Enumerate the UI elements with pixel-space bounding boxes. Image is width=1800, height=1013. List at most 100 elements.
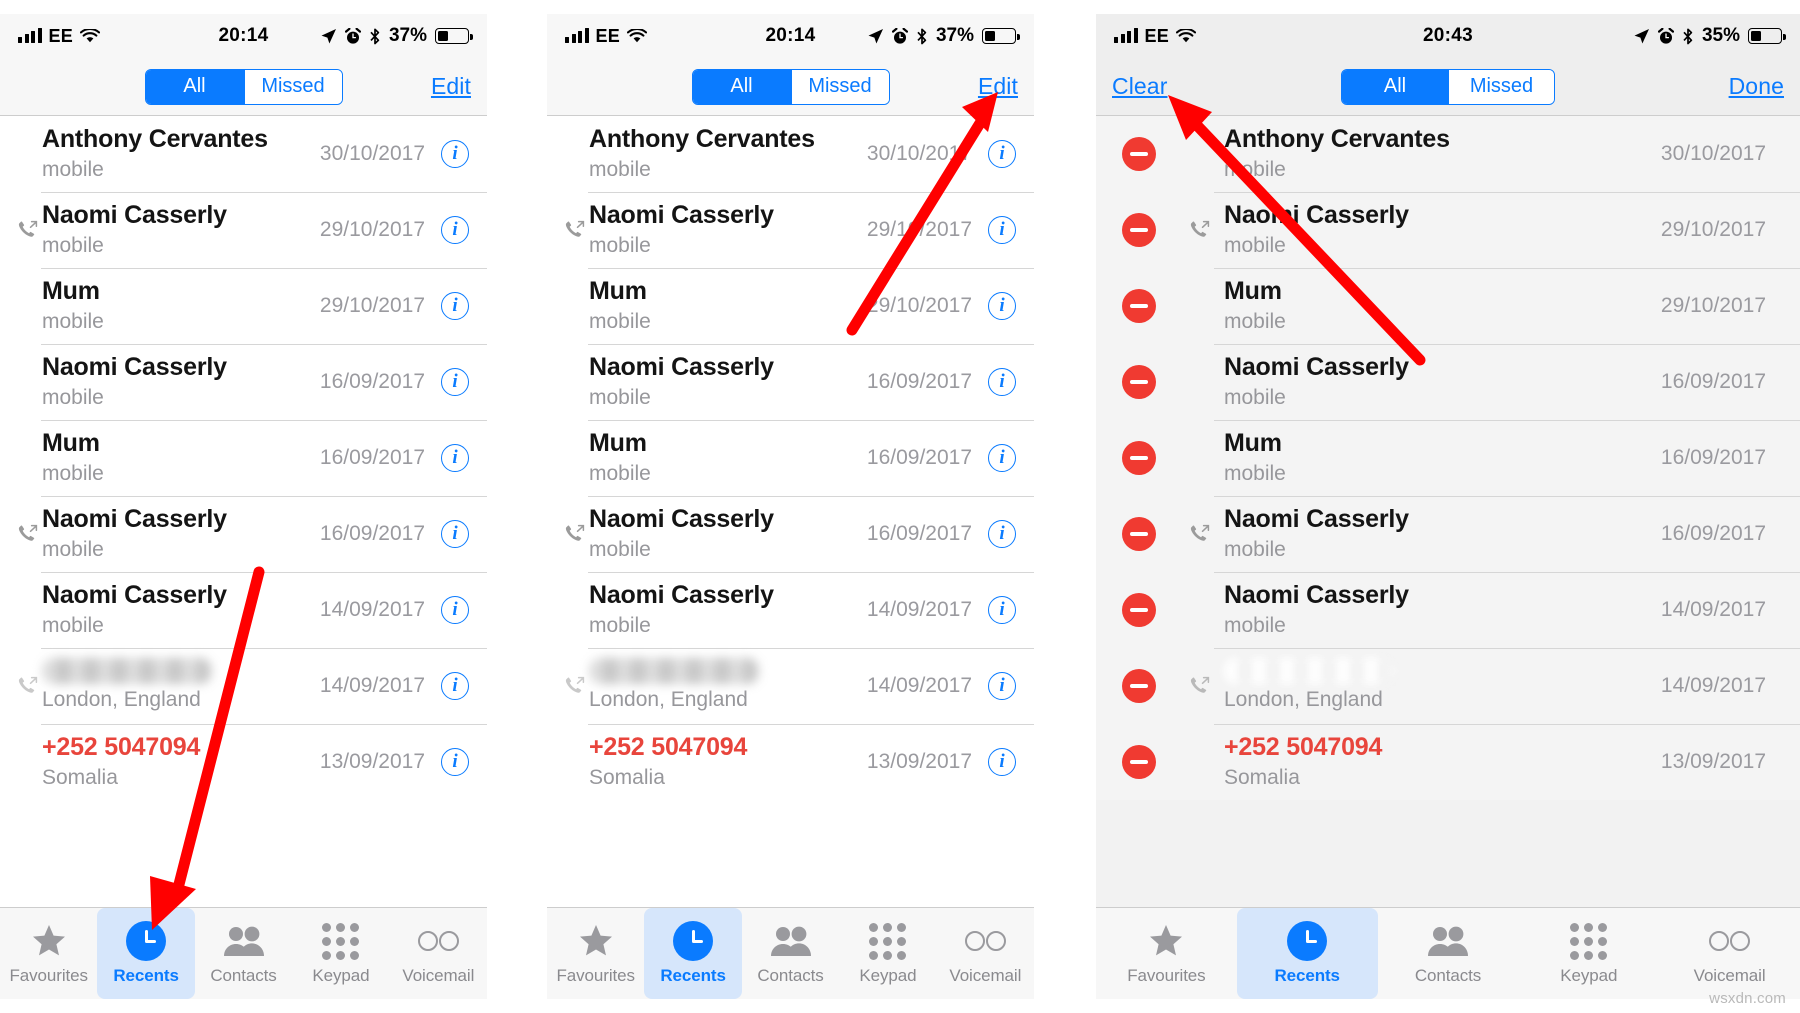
table-row[interactable]: Anthony Cervantes mobile 30/10/2017 i (547, 116, 1034, 192)
tab-favourites[interactable]: Favourites (0, 908, 97, 999)
table-row[interactable]: Naomi Casserly mobile 29/10/2017 i (547, 192, 1034, 268)
delete-row-button[interactable] (1122, 289, 1156, 323)
info-icon[interactable]: i (988, 292, 1016, 320)
info-icon[interactable]: i (988, 672, 1016, 700)
tab-voicemail[interactable]: Voicemail (937, 908, 1034, 999)
table-row[interactable]: Naomi Casserly mobile 16/09/2017 (1096, 496, 1800, 572)
info-icon[interactable]: i (441, 596, 469, 624)
edit-button[interactable]: Edit (431, 73, 471, 100)
phone-panel-1: EE 20:14 37% All Missed Edit Anthony Cer… (0, 14, 487, 999)
info-icon[interactable]: i (988, 520, 1016, 548)
tab-contacts[interactable]: Contacts (195, 908, 292, 999)
table-row[interactable]: Naomi Casserly mobile 16/09/2017 i (547, 344, 1034, 420)
delete-row-button[interactable] (1122, 137, 1156, 171)
phone-screen-1: EE 20:14 37% All Missed Edit Anthony Cer… (0, 14, 487, 999)
table-row[interactable]: Naomi Casserly mobile 16/09/2017 i (547, 496, 1034, 572)
tab-label: Voicemail (402, 966, 475, 985)
row-text: London, England (589, 658, 867, 713)
caller-subtitle: mobile (1224, 157, 1286, 181)
info-icon[interactable]: i (441, 444, 469, 472)
calls-filter-segmented-control[interactable]: All Missed (144, 68, 343, 105)
tab-voicemail[interactable]: Voicemail (1659, 908, 1800, 999)
tab-keypad[interactable]: Keypad (1518, 908, 1659, 999)
clear-button[interactable]: Clear (1112, 73, 1167, 100)
info-icon[interactable]: i (441, 292, 469, 320)
edit-button[interactable]: Edit (978, 73, 1018, 100)
info-icon[interactable]: i (988, 216, 1016, 244)
row-text: London, England (42, 658, 320, 713)
table-row[interactable]: Naomi Casserly mobile 16/09/2017 (1096, 344, 1800, 420)
tab-contacts[interactable]: Contacts (742, 908, 839, 999)
table-row[interactable]: Naomi Casserly mobile 29/10/2017 (1096, 192, 1800, 268)
info-icon[interactable]: i (988, 596, 1016, 624)
tab-favourites[interactable]: Favourites (1096, 908, 1237, 999)
table-row[interactable]: Mum mobile 16/09/2017 i (547, 420, 1034, 496)
caller-subtitle: mobile (1224, 537, 1286, 561)
delete-row-button[interactable] (1122, 517, 1156, 551)
table-row[interactable]: +252 5047094 Somalia 13/09/2017 i (0, 724, 487, 800)
segment-missed[interactable]: Missed (243, 69, 342, 104)
info-icon[interactable]: i (441, 140, 469, 168)
tab-favourites[interactable]: Favourites (547, 908, 644, 999)
delete-row-button[interactable] (1122, 593, 1156, 627)
caller-subtitle: mobile (1224, 233, 1286, 257)
phone-screen-3: EE 20:43 35% Clear All Missed Done Antho… (1096, 14, 1800, 999)
redacted-caller-name (589, 658, 759, 685)
table-row[interactable]: Mum mobile 29/10/2017 i (547, 268, 1034, 344)
tab-recents[interactable]: Recents (97, 908, 195, 999)
segment-missed[interactable]: Missed (790, 69, 889, 104)
segment-all[interactable]: All (145, 69, 244, 104)
table-row[interactable]: Mum mobile 16/09/2017 (1096, 420, 1800, 496)
call-date: 14/09/2017 (1660, 598, 1766, 621)
table-row[interactable]: Anthony Cervantes mobile 30/10/2017 (1096, 116, 1800, 192)
tab-keypad[interactable]: Keypad (839, 908, 936, 999)
row-text: Naomi Casserly mobile (1214, 353, 1661, 411)
tab-recents[interactable]: Recents (1236, 908, 1378, 999)
done-button[interactable]: Done (1729, 73, 1784, 100)
calls-filter-segmented-control[interactable]: All Missed (691, 68, 890, 105)
table-row[interactable]: Anthony Cervantes mobile 30/10/2017 i (0, 116, 487, 192)
table-row[interactable]: Naomi Casserly mobile 29/10/2017 i (0, 192, 487, 268)
segment-missed[interactable]: Missed (1448, 69, 1554, 104)
caller-name: Mum (1224, 428, 1282, 457)
caller-subtitle: Somalia (1224, 765, 1300, 789)
info-icon[interactable]: i (441, 216, 469, 244)
info-icon[interactable]: i (988, 444, 1016, 472)
table-row[interactable]: Naomi Casserly mobile 14/09/2017 (1096, 572, 1800, 648)
bluetooth-icon (370, 27, 380, 44)
segment-all[interactable]: All (692, 69, 791, 104)
table-row[interactable]: Naomi Casserly mobile 16/09/2017 i (0, 496, 487, 572)
tab-keypad[interactable]: Keypad (292, 908, 389, 999)
calls-filter-segmented-control[interactable]: All Missed (1341, 68, 1555, 105)
table-row[interactable]: +252 5047094 Somalia 13/09/2017 i (547, 724, 1034, 800)
carrier-label: EE (1144, 25, 1169, 46)
table-row[interactable]: Naomi Casserly mobile 14/09/2017 i (547, 572, 1034, 648)
delete-row-button[interactable] (1122, 365, 1156, 399)
table-row[interactable]: Mum mobile 29/10/2017 (1096, 268, 1800, 344)
info-icon[interactable]: i (441, 748, 469, 776)
table-row[interactable]: London, England 14/09/2017 (1096, 648, 1800, 724)
tab-voicemail[interactable]: Voicemail (390, 908, 487, 999)
delete-row-button[interactable] (1122, 213, 1156, 247)
tab-recents[interactable]: Recents (644, 908, 742, 999)
info-icon[interactable]: i (988, 368, 1016, 396)
delete-row-button[interactable] (1122, 745, 1156, 779)
info-icon[interactable]: i (441, 672, 469, 700)
table-row[interactable]: London, England 14/09/2017 i (0, 648, 487, 724)
delete-row-button[interactable] (1122, 441, 1156, 475)
table-row[interactable]: Mum mobile 29/10/2017 i (0, 268, 487, 344)
delete-row-button[interactable] (1122, 669, 1156, 703)
info-icon[interactable]: i (988, 140, 1016, 168)
row-text: Naomi Casserly mobile (589, 353, 867, 411)
table-row[interactable]: Naomi Casserly mobile 14/09/2017 i (0, 572, 487, 648)
segment-all[interactable]: All (1342, 69, 1448, 104)
table-row[interactable]: London, England 14/09/2017 i (547, 648, 1034, 724)
info-icon[interactable]: i (441, 368, 469, 396)
info-icon[interactable]: i (441, 520, 469, 548)
info-icon[interactable]: i (988, 748, 1016, 776)
table-row[interactable]: Mum mobile 16/09/2017 i (0, 420, 487, 496)
tab-contacts[interactable]: Contacts (1378, 908, 1519, 999)
table-row[interactable]: +252 5047094 Somalia 13/09/2017 (1096, 724, 1800, 800)
table-row[interactable]: Naomi Casserly mobile 16/09/2017 i (0, 344, 487, 420)
outgoing-call-icon (1184, 675, 1214, 697)
